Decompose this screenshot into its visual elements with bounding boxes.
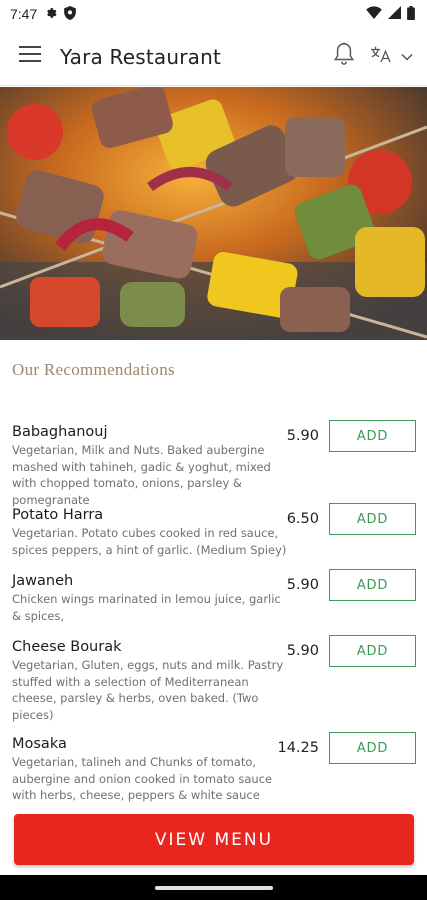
status-left: 7:47 bbox=[10, 5, 77, 23]
list-item: Babaghanouj Vegetarian, Milk and Nuts. B… bbox=[0, 418, 427, 507]
status-right bbox=[366, 5, 415, 23]
section-title: Our Recommendations bbox=[12, 360, 175, 379]
item-price: 5.90 bbox=[286, 428, 319, 444]
list-item: Mosaka Vegetarian, talineh and Chunks of… bbox=[0, 730, 427, 813]
hamburger-menu-icon bbox=[19, 46, 41, 67]
item-price: 5.90 bbox=[286, 643, 319, 659]
item-price: 14.25 bbox=[277, 740, 319, 756]
list-item: Potato Harra Vegetarian. Potato cubes co… bbox=[0, 501, 427, 567]
list-item: Cheese Bourak Vegetarian, Gluten, eggs, … bbox=[0, 633, 427, 730]
item-price: 5.90 bbox=[286, 577, 319, 593]
list-item: Jawaneh Chicken wings marinated in lemou… bbox=[0, 567, 427, 633]
settings-gear-icon bbox=[44, 6, 57, 22]
item-description: Vegetarian, Milk and Nuts. Baked aubergi… bbox=[12, 443, 271, 507]
app-bar: Yara Restaurant bbox=[0, 28, 427, 86]
item-description: Vegetarian. Potato cubes cooked in red s… bbox=[12, 526, 287, 557]
item-price: 6.50 bbox=[286, 511, 319, 527]
add-button[interactable]: ADD bbox=[329, 732, 416, 764]
app-actions bbox=[333, 42, 427, 71]
status-time: 7:47 bbox=[10, 6, 38, 22]
system-nav-bar bbox=[0, 875, 427, 900]
hamburger-menu-button[interactable] bbox=[0, 28, 60, 86]
notifications-button[interactable] bbox=[333, 42, 355, 71]
view-menu-button[interactable]: VIEW MENU bbox=[14, 814, 414, 865]
add-button[interactable]: ADD bbox=[329, 569, 416, 601]
item-description: Vegetarian, talineh and Chunks of tomato… bbox=[12, 755, 273, 802]
page-title: Yara Restaurant bbox=[60, 44, 222, 69]
home-gesture-handle[interactable] bbox=[154, 885, 273, 890]
recommendations-list: Babaghanouj Vegetarian, Milk and Nuts. B… bbox=[0, 418, 427, 813]
hero-food-image bbox=[0, 87, 427, 340]
item-description: Chicken wings marinated in lemou juice, … bbox=[12, 592, 281, 623]
add-button[interactable]: ADD bbox=[329, 635, 416, 667]
language-icon bbox=[369, 44, 393, 69]
language-selector[interactable] bbox=[369, 44, 413, 69]
battery-icon bbox=[407, 5, 415, 23]
wifi-icon bbox=[366, 6, 382, 22]
cell-signal-icon bbox=[388, 6, 401, 22]
add-button[interactable]: ADD bbox=[329, 420, 416, 452]
bell-icon bbox=[333, 42, 355, 70]
shield-icon bbox=[64, 5, 77, 23]
status-bar: 7:47 bbox=[0, 0, 427, 28]
add-button[interactable]: ADD bbox=[329, 503, 416, 535]
item-description: Vegetarian, Gluten, eggs, nuts and milk.… bbox=[12, 658, 284, 722]
chevron-down-icon bbox=[401, 48, 413, 66]
